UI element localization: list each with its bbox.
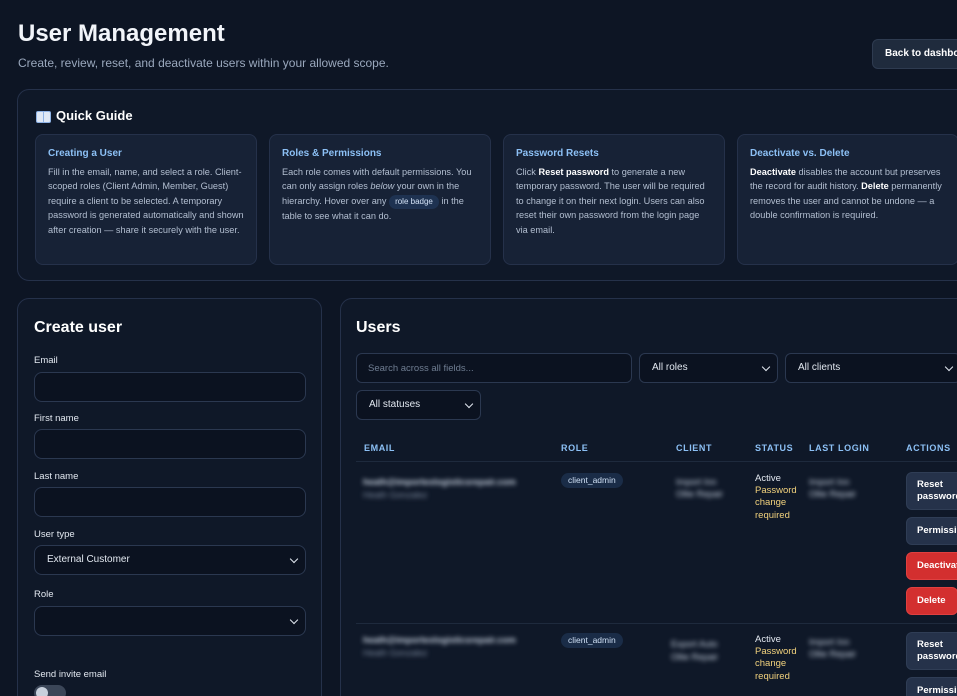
quick-guide-heading: Quick Guide <box>36 108 133 123</box>
quick-guide-title: Quick Guide <box>56 108 133 123</box>
guide-card-title: Roles & Permissions <box>282 148 382 159</box>
user-type-value: External Customer <box>47 554 130 565</box>
chevron-down-icon <box>761 362 771 372</box>
user-client: Import Inn <box>676 477 717 487</box>
client-filter-value: All clients <box>798 362 841 373</box>
user-type-label: User type <box>34 529 75 540</box>
reset-password-button[interactable]: Reset password <box>906 472 957 510</box>
status-note: Password change required <box>755 646 797 682</box>
column-header-role[interactable]: ROLE <box>561 443 588 453</box>
book-icon <box>36 110 51 123</box>
guide-card-text: Each role comes with default permissions… <box>282 165 478 223</box>
last-login: Import Inn <box>809 637 850 647</box>
users-title: Users <box>356 319 401 336</box>
column-header-actions: ACTIONS <box>906 443 951 453</box>
search-input[interactable] <box>356 353 632 383</box>
user-name: Heath Gonzalez <box>363 490 428 500</box>
status-text: Active <box>755 473 781 484</box>
guide-text-bold: Delete <box>861 181 889 192</box>
guide-card-text: Deactivate disables the account but pres… <box>750 165 946 223</box>
guide-card-title: Creating a User <box>48 148 122 159</box>
status-note: Password change required <box>755 485 797 521</box>
email-field[interactable] <box>34 372 306 402</box>
role-badge[interactable]: client_admin <box>561 633 623 648</box>
guide-card-title: Deactivate vs. Delete <box>750 148 850 159</box>
user-email: heath@importexlogisticsrepair.com <box>363 477 516 487</box>
send-invite-toggle[interactable] <box>34 685 66 696</box>
user-client: Ollie Repair <box>676 489 724 499</box>
guide-text-bold: Deactivate <box>750 167 796 177</box>
guide-text-bold: Reset password <box>538 167 609 177</box>
role-filter-select[interactable]: All roles <box>639 353 778 383</box>
last-login: Import Inn <box>809 477 850 487</box>
guide-card-deactivate-delete: Deactivate vs. Delete Deactivate disable… <box>737 134 957 265</box>
role-select[interactable] <box>34 606 306 636</box>
chevron-down-icon <box>464 399 474 409</box>
user-client: Ollie Repair <box>671 652 719 662</box>
guide-card-text: Click Reset password to generate a new t… <box>516 165 712 237</box>
chevron-down-icon <box>289 554 299 564</box>
user-type-select[interactable]: External Customer <box>34 545 306 575</box>
reset-password-button[interactable]: Reset password <box>906 632 957 670</box>
status-text: Active <box>755 634 781 645</box>
guide-text-emphasis: below <box>370 181 395 192</box>
create-user-panel: Create user Email First name Last name U… <box>17 298 322 696</box>
guide-card-title: Password Resets <box>516 148 599 159</box>
first-name-field[interactable] <box>34 429 306 459</box>
user-email: heath@importexlogisticsrepair.com <box>363 635 516 645</box>
column-header-last-login[interactable]: LAST LOGIN <box>809 443 870 453</box>
column-header-client[interactable]: CLIENT <box>676 443 712 453</box>
delete-button[interactable]: Delete <box>906 587 957 615</box>
role-filter-value: All roles <box>652 362 688 373</box>
last-name-label: Last name <box>34 471 79 482</box>
table-divider <box>356 623 957 624</box>
user-client: Export Auto <box>671 639 718 649</box>
email-label: Email <box>34 355 58 366</box>
client-filter-select[interactable]: All clients <box>785 353 957 383</box>
user-name: Heath Gonzalez <box>363 648 428 658</box>
permissions-button[interactable]: Permissions <box>906 517 957 545</box>
guide-text: to generate a new temporary password. Th… <box>516 167 705 235</box>
status-filter-value: All statuses <box>369 399 421 410</box>
permissions-button[interactable]: Permissions <box>906 677 957 696</box>
chevron-down-icon <box>944 362 954 372</box>
guide-card-password-resets: Password Resets Click Reset password to … <box>503 134 725 265</box>
role-badge[interactable]: client_admin <box>561 473 623 488</box>
role-label: Role <box>34 589 54 600</box>
last-login: Ollie Repair <box>809 489 857 499</box>
last-name-field[interactable] <box>34 487 306 517</box>
guide-text: Click <box>516 167 539 177</box>
page-title: User Management <box>18 20 225 47</box>
status-filter-select[interactable]: All statuses <box>356 390 481 420</box>
guide-card-text: Fill in the email, name, and select a ro… <box>48 167 244 235</box>
guide-card-creating-user: Creating a User Fill in the email, name,… <box>35 134 257 265</box>
table-divider <box>356 461 957 462</box>
quick-guide: Quick Guide Creating a User Fill in the … <box>17 89 957 281</box>
guide-card-roles-permissions: Roles & Permissions Each role comes with… <box>269 134 491 265</box>
column-header-status[interactable]: STATUS <box>755 443 793 453</box>
role-badge-example: role badge <box>389 194 439 209</box>
users-panel: Users All roles All clients All statuses… <box>340 298 957 696</box>
deactivate-button[interactable]: Deactivate <box>906 552 957 580</box>
page-subtitle: Create, review, reset, and deactivate us… <box>18 56 389 70</box>
column-header-email[interactable]: EMAIL <box>364 443 395 453</box>
send-invite-label: Send invite email <box>34 669 107 680</box>
back-to-dashboard-button[interactable]: Back to dashboard <box>872 39 957 69</box>
create-user-title: Create user <box>34 319 123 336</box>
first-name-label: First name <box>34 413 79 424</box>
chevron-down-icon <box>289 615 299 625</box>
last-login: Ollie Repair <box>809 649 857 659</box>
